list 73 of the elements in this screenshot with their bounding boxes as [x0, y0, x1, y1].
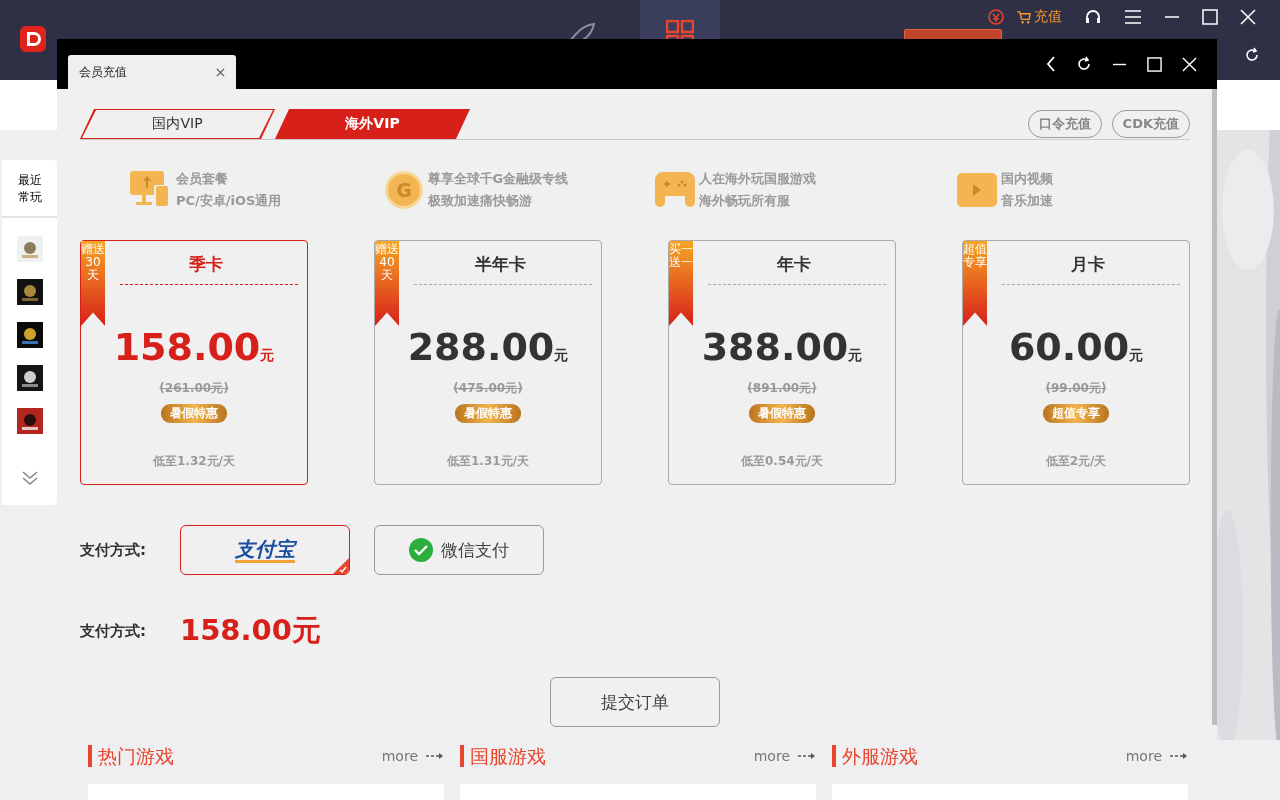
- close-icon[interactable]: [216, 67, 225, 77]
- vip-tab[interactable]: 海外VIP: [275, 109, 470, 139]
- menu-icon[interactable]: [1124, 10, 1142, 24]
- cart-icon: [1016, 9, 1031, 25]
- section-title: 国服游戏: [460, 745, 546, 767]
- original-price: (475.00元): [453, 380, 523, 397]
- daily-price: 低至1.32元/天: [153, 453, 235, 470]
- back-icon[interactable]: [1046, 56, 1056, 72]
- original-price: (261.00元): [159, 380, 229, 397]
- feature-text: 音乐加速: [1000, 192, 1053, 210]
- gamepad-icon: [655, 172, 696, 208]
- arrow-icon: [426, 752, 444, 760]
- section-title: 热门游戏: [88, 745, 174, 767]
- daily-price: 低至1.31元/天: [447, 453, 529, 470]
- maximize-icon[interactable]: [1147, 56, 1162, 72]
- feature-text: 尊享全球千G金融级专线: [427, 170, 569, 188]
- window-tab[interactable]: 会员充值: [68, 55, 236, 89]
- ribbon-tag: 赠送40天: [375, 241, 399, 326]
- alipay-button[interactable]: 支付宝: [180, 525, 350, 575]
- total-amount: 158.00元: [180, 612, 321, 649]
- daily-price: 低至0.54元/天: [741, 453, 823, 470]
- headset-icon[interactable]: [1084, 8, 1102, 26]
- promo-badge: 暑假特惠: [161, 404, 227, 423]
- plan-price: 288.00元: [407, 326, 569, 371]
- ribbon-tag: 买一送一: [669, 241, 693, 326]
- plan-name: 季卡: [188, 253, 223, 276]
- scrollbar[interactable]: [1212, 89, 1217, 725]
- promo-badge: 暑假特惠: [749, 404, 815, 423]
- plan-price: 388.00元: [701, 326, 863, 371]
- double-chevron-icon[interactable]: [20, 470, 39, 486]
- plan-card[interactable]: 买一送一 年卡 388.00元 (891.00元) 暑假特惠 低至0.54元/天: [668, 240, 896, 485]
- payment-label: 支付方式:: [80, 540, 147, 560]
- wechat-pay-button[interactable]: 微信支付: [374, 525, 544, 575]
- original-price: (891.00元): [747, 380, 817, 397]
- more-link[interactable]: more: [381, 748, 444, 764]
- arrow-icon: [798, 752, 816, 760]
- plan-card[interactable]: 赠送40天 半年卡 288.00元 (475.00元) 暑假特惠 低至1.31元/天: [374, 240, 602, 485]
- promo-badge: 超值专享: [1043, 404, 1109, 423]
- total-label: 支付方式:: [80, 621, 147, 641]
- refresh-icon[interactable]: [1244, 47, 1260, 63]
- coin-icon[interactable]: [988, 9, 1004, 25]
- vip-tab[interactable]: 国内VIP: [80, 109, 275, 139]
- plan-name: 年卡: [776, 253, 811, 276]
- promo-badge: 暑假特惠: [455, 404, 521, 423]
- daily-price: 低至2元/天: [1045, 453, 1107, 470]
- play-icon: [956, 173, 997, 207]
- plan-card[interactable]: 赠送30天 季卡 158.00元 (261.00元) 暑假特惠 低至1.32元/天: [80, 240, 308, 485]
- refresh-icon[interactable]: [1076, 56, 1092, 72]
- plan-price: 60.00元: [1008, 326, 1144, 371]
- plan-price: 158.00元: [113, 326, 275, 371]
- feature-text: 国内视频: [1000, 170, 1053, 188]
- feature-text: 海外畅玩所有服: [699, 192, 792, 210]
- more-link[interactable]: more: [1125, 748, 1188, 764]
- feature-text: PC/安卓/iOS通用: [176, 192, 282, 210]
- plan-card[interactable]: 超值专享 月卡 60.00元 (99.00元) 超值专享 低至2元/天: [962, 240, 1190, 485]
- feature-text: 会员套餐: [176, 170, 229, 188]
- feature-text: 人在海外玩国服游戏: [699, 170, 817, 188]
- recharge-button[interactable]: 充值: [1016, 8, 1062, 26]
- ribbon-tag: 超值专享: [963, 241, 987, 326]
- arrow-icon: [1170, 752, 1188, 760]
- wechat-icon: [409, 538, 433, 562]
- plan-name: 半年卡: [473, 253, 526, 276]
- tab-title: 会员充值: [79, 63, 127, 81]
- section-title: 外服游戏: [832, 745, 918, 767]
- feature-text: 极致加速痛快畅游: [427, 192, 533, 210]
- submit-order-button[interactable]: 提交订单: [550, 677, 720, 727]
- check-corner-icon: [333, 558, 349, 574]
- logo-icon: [20, 26, 46, 52]
- maximize-icon[interactable]: [1202, 9, 1218, 25]
- plan-name: 月卡: [1070, 253, 1105, 276]
- ribbon-tag: 赠送30天: [81, 241, 105, 326]
- more-link[interactable]: more: [753, 748, 816, 764]
- original-price: (99.00元): [1045, 380, 1107, 397]
